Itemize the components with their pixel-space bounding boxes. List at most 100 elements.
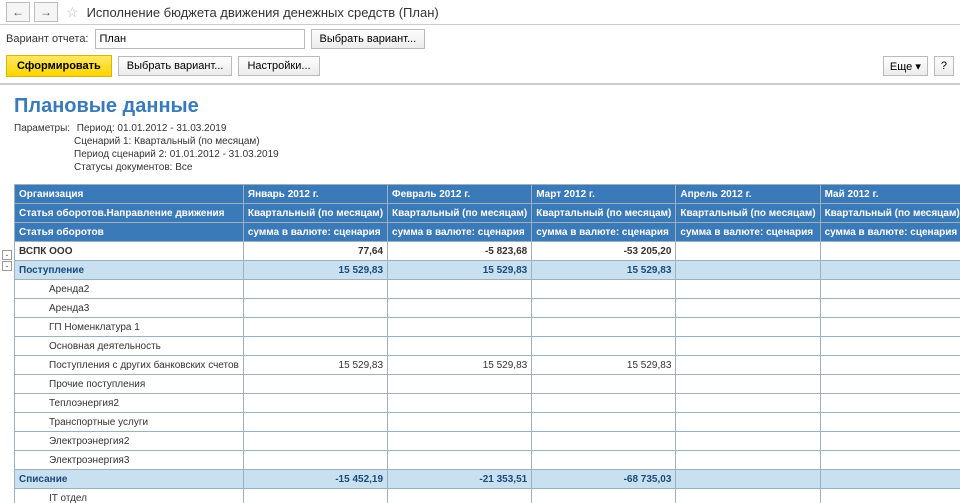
cell-value: [820, 375, 960, 394]
cell-value: [388, 299, 532, 318]
cell-value: [676, 337, 820, 356]
col-quarter: Квартальный (по месяцам): [532, 204, 676, 223]
favorite-star-icon[interactable]: ☆: [66, 4, 79, 21]
cell-value: [243, 318, 387, 337]
col-sum: сумма в валюте: сценария: [388, 223, 532, 242]
cell-value: [676, 432, 820, 451]
col-month: Февраль 2012 г.: [388, 185, 532, 204]
cell-value: [388, 394, 532, 413]
cell-value: [532, 489, 676, 503]
cell-value: [676, 280, 820, 299]
cell-value: [676, 242, 820, 261]
cell-value: [532, 299, 676, 318]
cell-value: [388, 337, 532, 356]
col-sum: сумма в валюте: сценария: [676, 223, 820, 242]
variant-select-button[interactable]: Выбрать вариант...: [311, 29, 426, 49]
cell-value: 15 529,83: [243, 261, 387, 280]
cell-value: [820, 413, 960, 432]
nav-forward-button[interactable]: →: [34, 2, 58, 22]
col-turnover: Статья оборотов.Направление движения: [15, 204, 244, 223]
cell-value: [676, 451, 820, 470]
col-quarter: Квартальный (по месяцам): [243, 204, 387, 223]
row-label: Поступления с других банковских счетов: [15, 356, 244, 375]
row-label: Основная деятельность: [15, 337, 244, 356]
cell-value: [820, 451, 960, 470]
cell-value: [676, 413, 820, 432]
settings-button[interactable]: Настройки...: [238, 56, 319, 76]
cell-value: [243, 432, 387, 451]
cell-value: [532, 280, 676, 299]
cell-value: 15 529,83: [388, 356, 532, 375]
row-label: Транспортные услуги: [15, 413, 244, 432]
row-label: Поступление: [15, 261, 244, 280]
col-article: Статья оборотов: [15, 223, 244, 242]
cell-value: 15 529,83: [388, 261, 532, 280]
variant-label: Вариант отчета:: [6, 33, 89, 45]
cell-value: [532, 451, 676, 470]
cell-value: [243, 489, 387, 503]
report-area[interactable]: - - Плановые данные Параметры: Период: 0…: [0, 84, 960, 503]
cell-value: 15 529,83: [532, 261, 676, 280]
generate-button[interactable]: Сформировать: [6, 55, 112, 77]
cell-value: [676, 261, 820, 280]
col-sum: сумма в валюте: сценария: [532, 223, 676, 242]
report-title: Плановые данные: [0, 85, 960, 120]
report-table: ОрганизацияЯнварь 2012 г.Февраль 2012 г.…: [14, 184, 960, 503]
col-sum: сумма в валюте: сценария: [243, 223, 387, 242]
help-button[interactable]: ?: [934, 56, 954, 76]
report-params: Параметры: Период: 01.01.2012 - 31.03.20…: [0, 120, 960, 184]
cell-value: [243, 413, 387, 432]
cell-value: 15 529,83: [243, 356, 387, 375]
cell-value: [243, 394, 387, 413]
cell-value: [676, 318, 820, 337]
cell-value: [243, 337, 387, 356]
nav-back-button[interactable]: ←: [6, 2, 30, 22]
cell-value: [676, 394, 820, 413]
cell-value: [820, 299, 960, 318]
cell-value: 77,64: [243, 242, 387, 261]
cell-value: [388, 489, 532, 503]
cell-value: -21 353,51: [388, 470, 532, 489]
cell-value: [820, 337, 960, 356]
row-label: Аренда3: [15, 299, 244, 318]
col-sum: сумма в валюте: сценария: [820, 223, 960, 242]
cell-value: 15 529,83: [532, 356, 676, 375]
col-month: Май 2012 г.: [820, 185, 960, 204]
row-label: Электроэнергия3: [15, 451, 244, 470]
cell-value: [676, 299, 820, 318]
more-button[interactable]: Еще ▾: [883, 56, 928, 76]
cell-value: [820, 242, 960, 261]
cell-value: [243, 280, 387, 299]
variant-input[interactable]: [95, 29, 305, 49]
cell-value: -53 205,20: [532, 242, 676, 261]
cell-value: [820, 470, 960, 489]
cell-value: [820, 489, 960, 503]
tree-toggle-icon[interactable]: -: [2, 261, 12, 271]
col-org: Организация: [15, 185, 244, 204]
cell-value: [388, 375, 532, 394]
cell-value: [243, 375, 387, 394]
select-variant-button[interactable]: Выбрать вариант...: [118, 56, 233, 76]
cell-value: [676, 489, 820, 503]
col-month: Апрель 2012 г.: [676, 185, 820, 204]
cell-value: [676, 470, 820, 489]
cell-value: [532, 432, 676, 451]
cell-value: [388, 280, 532, 299]
col-quarter: Квартальный (по месяцам): [676, 204, 820, 223]
cell-value: [820, 432, 960, 451]
col-month: Март 2012 г.: [532, 185, 676, 204]
tree-toggles[interactable]: - -: [2, 250, 12, 272]
cell-value: [820, 394, 960, 413]
cell-value: [388, 432, 532, 451]
cell-value: [820, 356, 960, 375]
cell-value: [532, 375, 676, 394]
col-quarter: Квартальный (по месяцам): [820, 204, 960, 223]
cell-value: [532, 337, 676, 356]
cell-value: [532, 394, 676, 413]
tree-toggle-icon[interactable]: -: [2, 250, 12, 260]
cell-value: [820, 280, 960, 299]
window-title: Исполнение бюджета движения денежных сре…: [87, 5, 439, 20]
cell-value: [820, 318, 960, 337]
col-quarter: Квартальный (по месяцам): [388, 204, 532, 223]
cell-value: [243, 299, 387, 318]
